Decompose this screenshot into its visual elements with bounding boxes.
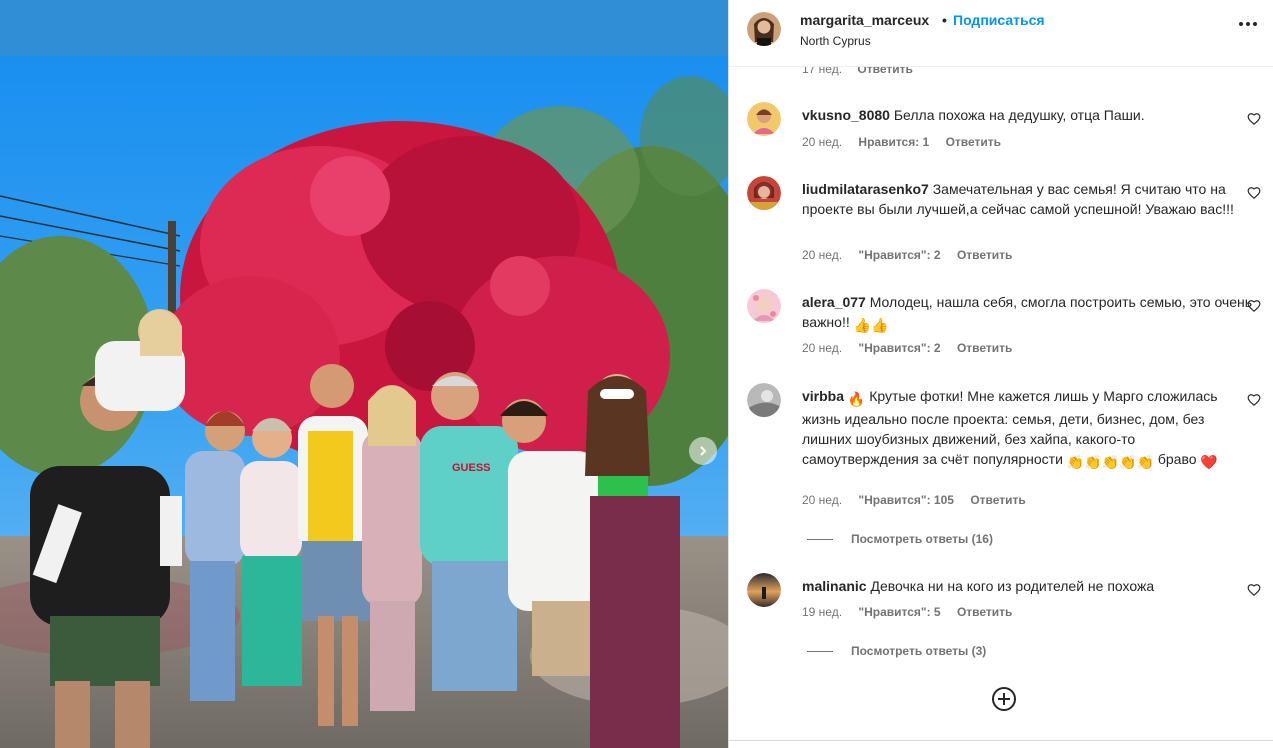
heart-outline-icon[interactable] (1247, 186, 1261, 200)
actions-bar-edge (729, 740, 1273, 748)
more-horizontal-icon[interactable] (1233, 14, 1263, 34)
reply-button[interactable]: Ответить (970, 493, 1025, 507)
comment-text: Девочка ни на кого из родителей не похож… (870, 578, 1155, 594)
comment-username[interactable]: malinanic (802, 578, 867, 594)
comment-likes[interactable]: "Нравится": 5 (858, 605, 940, 619)
comments-list[interactable]: 17 нед. Ответить vkusno_8080 Белла похож… (729, 0, 1273, 748)
comments-pane: 17 нед. Ответить vkusno_8080 Белла похож… (728, 0, 1273, 748)
heart-outline-icon[interactable] (1247, 583, 1261, 597)
comment-username[interactable]: virbba (802, 388, 844, 404)
comment-likes[interactable]: Нравится: 1 (858, 135, 929, 149)
owner-avatar[interactable] (747, 12, 781, 46)
comment-time: 20 нед. (802, 135, 843, 149)
avatar[interactable] (747, 573, 781, 607)
comment-time: 20 нед. (802, 493, 843, 507)
owner-username[interactable]: margarita_marceux (800, 12, 929, 28)
follow-button[interactable]: Подписаться (953, 12, 1045, 28)
comment-likes[interactable]: "Нравится": 2 (858, 341, 940, 355)
photo-illustration: GUESS (0, 56, 728, 748)
instagram-post-view: GUESS 17 нед. Ответить vkusno_8080 Белла… (0, 0, 1273, 748)
separator-dot: • (942, 12, 947, 28)
plus-circle-icon[interactable] (991, 686, 1017, 712)
comment-body: alera_077 Молодец, нашла себя, смогла по… (802, 292, 1254, 335)
comment-meta: 20 нед. "Нравится": 2 Ответить (802, 341, 1025, 355)
comment-body: malinanic Девочка ни на кого из родителе… (802, 576, 1254, 596)
view-replies-label: Посмотреть ответы (3) (851, 644, 987, 658)
post-location[interactable]: North Cyprus (800, 34, 871, 48)
view-replies-button[interactable]: Посмотреть ответы (16) (807, 532, 993, 546)
comment-text: Белла похожа на дедушку, отца Паши. (893, 107, 1145, 123)
reply-button[interactable]: Ответить (957, 605, 1012, 619)
clap-emoji: 👏👏👏👏👏 (1066, 454, 1154, 470)
post-header: margarita_marceux • Подписаться North Cy… (729, 0, 1273, 67)
avatar[interactable] (747, 289, 781, 323)
replies-divider (807, 539, 833, 541)
fire-emoji: 🔥 (847, 391, 866, 407)
comment-time: 20 нед. (802, 341, 843, 355)
avatar[interactable] (747, 102, 781, 136)
comment-meta: 20 нед. "Нравится": 2 Ответить (802, 248, 1025, 262)
chevron-right-icon (700, 446, 707, 456)
comment-body: liudmilatarasenko7 Замечательная у вас с… (802, 179, 1254, 219)
comment-time: 20 нед. (802, 248, 843, 262)
comment-time: 19 нед. (802, 605, 843, 619)
comment-username[interactable]: vkusno_8080 (802, 107, 890, 123)
view-replies-button[interactable]: Посмотреть ответы (3) (807, 644, 986, 658)
next-image-button[interactable] (689, 437, 717, 465)
post-photo[interactable]: GUESS (0, 0, 728, 748)
reply-button[interactable]: Ответить (957, 248, 1012, 262)
comment-body: virbba 🔥 Крутые фотки! Мне кажется лишь … (802, 386, 1254, 472)
reply-button[interactable]: Ответить (946, 135, 1001, 149)
comment-body: vkusno_8080 Белла похожа на дедушку, отц… (802, 105, 1254, 125)
avatar[interactable] (747, 176, 781, 210)
comment-meta: 19 нед. "Нравится": 5 Ответить (802, 605, 1025, 619)
heart-outline-icon[interactable] (1247, 299, 1261, 313)
reply-button[interactable]: Ответить (957, 341, 1012, 355)
view-replies-label: Посмотреть ответы (16) (851, 532, 993, 546)
avatar[interactable] (747, 383, 781, 417)
comment-username[interactable]: alera_077 (802, 294, 866, 310)
heart-emoji: ❤️ (1200, 454, 1218, 470)
heart-outline-icon[interactable] (1247, 112, 1261, 126)
photo-top-band (0, 0, 728, 56)
comment-text-bravo: браво (1157, 451, 1197, 467)
thumbs-up-emoji: 👍👍 (853, 317, 889, 333)
comment-meta: 20 нед. Нравится: 1 Ответить (802, 135, 1014, 149)
comment-username[interactable]: liudmilatarasenko7 (802, 181, 929, 197)
comment-likes[interactable]: "Нравится": 105 (858, 493, 954, 507)
replies-divider (807, 651, 833, 653)
comment-text: Крутые фотки! Мне кажется лишь у Марго с… (802, 388, 1218, 467)
svg-text:GUESS: GUESS (452, 462, 491, 474)
heart-outline-icon[interactable] (1247, 393, 1261, 407)
comment-likes[interactable]: "Нравится": 2 (858, 248, 940, 262)
comment-meta: 20 нед. "Нравится": 105 Ответить (802, 493, 1039, 507)
